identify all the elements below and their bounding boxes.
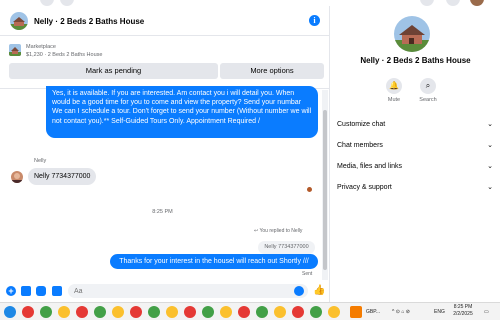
scrollbar-thumb[interactable] (323, 110, 327, 270)
taskbar-app-icon[interactable] (148, 306, 160, 318)
language-indicator[interactable]: ENG (434, 303, 445, 320)
listing-description[interactable]: $1,230 · 2 Beds 2 Baths House (26, 52, 102, 58)
taskbar-app-icon[interactable] (220, 306, 232, 318)
taskbar-app-icon[interactable] (22, 306, 34, 318)
marketplace-listing-card: Marketplace $1,230 · 2 Beds 2 Baths Hous… (0, 37, 330, 89)
taskbar-app-icon[interactable] (202, 306, 214, 318)
sender-name: Nelly (34, 158, 47, 164)
info-icon[interactable]: i (309, 15, 320, 26)
reply-label-text: You replied to Nelly (259, 228, 303, 234)
outgoing-message[interactable]: Thanks for your interest in the housel w… (110, 254, 318, 269)
chat-panel: Nelly · 2 Beds 2 Baths House ⌄ i Marketp… (0, 6, 330, 302)
section-media-files-links[interactable]: Media, files and links ⌄ (337, 158, 493, 176)
conversation-avatar-large[interactable] (394, 16, 430, 52)
more-options-button[interactable]: More options (220, 63, 324, 79)
mark-as-pending-button[interactable]: Mark as pending (9, 63, 218, 79)
clock-time: 8:25 PM (453, 304, 473, 310)
chat-header: Nelly · 2 Beds 2 Baths House ⌄ i (0, 6, 330, 36)
system-tray-icons[interactable]: ^ ⊙ ⌂ ⊘ (392, 303, 410, 320)
weather-text[interactable]: GBP... (366, 303, 380, 320)
chevron-down-icon: ⌄ (487, 163, 493, 170)
taskbar-app-icon[interactable] (94, 306, 106, 318)
chevron-down-icon: ⌄ (487, 121, 493, 128)
taskbar-app-icon[interactable] (310, 306, 322, 318)
sender-avatar[interactable] (11, 171, 23, 183)
taskbar-app-icon[interactable] (238, 306, 250, 318)
plus-icon[interactable]: + (6, 286, 16, 296)
search-icon[interactable]: ⌕ (420, 78, 436, 94)
listing-thumbnail[interactable] (9, 44, 21, 56)
taskbar-app-icon[interactable] (166, 306, 178, 318)
search-button[interactable]: ⌕ Search (413, 78, 443, 103)
chevron-down-icon[interactable]: ⌄ (125, 17, 132, 26)
taskbar-app-icon[interactable] (76, 306, 88, 318)
section-label: Customize chat (337, 121, 386, 128)
seen-indicator-avatar (306, 186, 313, 193)
clock[interactable]: 8:25 PM 2/2/2025 (448, 304, 478, 318)
section-label: Chat members (337, 142, 383, 149)
conversation-info-panel: Nelly · 2 Beds 2 Baths House 🔔 Mute ⌕ Se… (331, 6, 500, 302)
taskbar-app-icon[interactable] (328, 306, 340, 318)
taskbar-app-icon[interactable] (130, 306, 142, 318)
section-label: Privacy & support (337, 184, 392, 191)
section-customize-chat[interactable]: Customize chat ⌄ (337, 116, 493, 134)
taskbar-app-icon[interactable] (274, 306, 286, 318)
taskbar-app-icon[interactable] (292, 306, 304, 318)
listing-source: Marketplace (26, 44, 56, 50)
taskbar-app-icon[interactable] (58, 306, 70, 318)
chat-scrollbar[interactable] (322, 90, 328, 280)
chevron-down-icon: ⌄ (487, 184, 493, 191)
image-icon[interactable] (21, 286, 31, 296)
reply-arrow-icon: ↩ (254, 228, 259, 234)
start-icon[interactable] (4, 306, 16, 318)
section-chat-members[interactable]: Chat members ⌄ (337, 137, 493, 155)
message-status: Sent (302, 271, 313, 277)
taskbar-app-icon[interactable] (40, 306, 52, 318)
notification-icon[interactable]: ▭ (484, 303, 489, 320)
search-label: Search (419, 97, 437, 103)
emoji-icon[interactable] (294, 286, 304, 296)
incoming-message[interactable]: Nelly 7734377000 (28, 168, 96, 185)
section-privacy-support[interactable]: Privacy & support ⌄ (337, 179, 493, 197)
info-panel-name: Nelly · 2 Beds 2 Baths House (360, 56, 471, 65)
message-input[interactable] (74, 284, 274, 298)
like-icon[interactable]: 👍 (313, 285, 325, 296)
section-label: Media, files and links (337, 163, 402, 170)
mute-bell-icon[interactable]: 🔔 (386, 78, 402, 94)
taskbar-app-icon[interactable] (112, 306, 124, 318)
reply-quote[interactable]: Nelly 7734377000 (258, 241, 315, 254)
sticker-icon[interactable] (36, 286, 46, 296)
clock-date: 2/2/2025 (453, 311, 473, 317)
mute-label: Mute (387, 97, 401, 103)
taskbar-app-icon[interactable] (184, 306, 196, 318)
chevron-down-icon: ⌄ (487, 142, 493, 149)
gif-icon[interactable] (52, 286, 62, 296)
conversation-avatar[interactable] (10, 12, 28, 30)
mute-button[interactable]: 🔔 Mute (379, 78, 409, 103)
taskbar-app-icon[interactable] (256, 306, 268, 318)
weather-icon[interactable] (350, 306, 362, 318)
reply-label: ↩ You replied to Nelly (254, 228, 302, 234)
message-input-field[interactable] (68, 284, 308, 298)
outgoing-message[interactable]: Yes, it is available. If you are interes… (46, 86, 318, 138)
windows-taskbar: GBP... ^ ⊙ ⌂ ⊘ ENG 8:25 PM 2/2/2025 ▭ (0, 302, 500, 320)
message-timestamp: 8:25 PM (152, 209, 173, 215)
message-composer: + 👍 (0, 280, 330, 302)
